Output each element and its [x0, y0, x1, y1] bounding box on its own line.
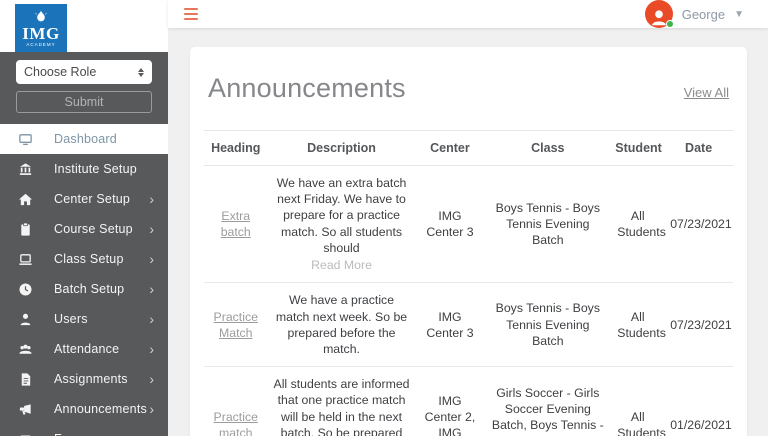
sidebar-item-attendance[interactable]: Attendance ›: [0, 334, 168, 364]
announcement-class: Boys Tennis - Boys Tennis Evening Batch: [484, 166, 611, 283]
announcement-date: 07/23/2021: [664, 283, 733, 367]
app-window: IMG ACADEMY Choose Role Submit Dashboard…: [0, 0, 768, 436]
announcement-heading-link[interactable]: Extra batch: [221, 209, 251, 239]
chevron-right-icon: ›: [149, 192, 154, 206]
column-header-date: Date: [664, 131, 733, 166]
role-select[interactable]: Choose Role: [16, 60, 152, 84]
role-select-value: Choose Role: [24, 65, 96, 79]
group-icon: [18, 342, 33, 357]
table-row: Extra batch We have an extra batch next …: [204, 166, 733, 283]
topbar: George ▼: [168, 0, 768, 28]
announcements-card: Announcements View All HeadingDescriptio…: [190, 47, 747, 436]
announcement-class: Girls Soccer - Girls Soccer Evening Batc…: [484, 367, 611, 436]
announcements-table: HeadingDescriptionCenterClassStudentDate…: [204, 130, 733, 436]
role-area: Choose Role Submit: [0, 52, 168, 119]
announcement-description: All students are informed that one pract…: [274, 377, 410, 436]
hamburger-menu-icon[interactable]: [180, 4, 202, 25]
chevron-down-icon: ▼: [734, 9, 744, 20]
chevron-right-icon: ›: [149, 402, 154, 416]
clipboard-icon: [18, 222, 33, 237]
announcement-class: Boys Tennis - Boys Tennis Evening Batch: [484, 283, 611, 367]
chevron-right-icon: ›: [149, 312, 154, 326]
view-all-link[interactable]: View All: [684, 85, 729, 100]
sidebar-item-assignments[interactable]: Assignments ›: [0, 364, 168, 394]
announcement-center: IMG Center 3: [416, 283, 485, 367]
announcement-student: All Students: [611, 283, 664, 367]
table-body: Extra batch We have an extra batch next …: [204, 166, 733, 436]
announcement-center: IMG Center 2, IMG Center 3: [416, 367, 485, 436]
home-icon: [18, 192, 33, 207]
sidebar-item-users[interactable]: Users ›: [0, 304, 168, 334]
select-spinner-icon: [138, 68, 144, 77]
announcement-heading-link[interactable]: Practice match: [214, 410, 258, 436]
announcement-description: We have a practice match next week. So b…: [276, 293, 407, 356]
announcement-heading-link[interactable]: Practice Match: [214, 310, 258, 340]
chevron-right-icon: ›: [149, 342, 154, 356]
img-academy-logo: IMG ACADEMY: [15, 4, 67, 52]
table-row: Practice match All students are informed…: [204, 367, 733, 436]
bank-icon: [18, 162, 33, 177]
clock-icon: [18, 282, 33, 297]
content-area: Announcements View All HeadingDescriptio…: [168, 28, 768, 436]
list-icon: [18, 432, 33, 436]
laptop-icon: [18, 252, 33, 267]
logo-strip: IMG ACADEMY: [0, 0, 168, 52]
sidebar-item-dashboard[interactable]: Dashboard ›: [0, 124, 168, 154]
sidebar-item-center-setup[interactable]: Center Setup ›: [0, 184, 168, 214]
sidebar-menu: Dashboard › Institute Setup › Center Set…: [0, 124, 168, 436]
sidebar-item-class-setup[interactable]: Class Setup ›: [0, 244, 168, 274]
chevron-right-icon: ›: [149, 252, 154, 266]
submit-button[interactable]: Submit: [16, 91, 152, 113]
user-name: George: [682, 7, 725, 22]
sidebar-item-announcements[interactable]: Announcements ›: [0, 394, 168, 424]
logo-sub-text: ACADEMY: [26, 42, 55, 48]
chevron-right-icon: ›: [149, 372, 154, 386]
announcement-student: All Students: [611, 166, 664, 283]
column-header-center: Center: [416, 131, 485, 166]
chevron-right-icon: ›: [149, 222, 154, 236]
column-header-class: Class: [484, 131, 611, 166]
chevron-right-icon: ›: [149, 282, 154, 296]
logo-brand-text: IMG: [22, 26, 59, 42]
user-menu[interactable]: George ▼: [645, 0, 744, 28]
page-title: Announcements: [208, 73, 406, 104]
main-area: George ▼ Announcements View All HeadingD…: [168, 0, 768, 436]
document-icon: [18, 372, 33, 387]
column-header-student: Student: [611, 131, 664, 166]
announcement-date: 01/26/2021: [664, 367, 733, 436]
table-row: Practice Match We have a practice match …: [204, 283, 733, 367]
monitor-icon: [18, 132, 33, 147]
sidebar-item-fees[interactable]: Fees ›: [0, 424, 168, 436]
sidebar: IMG ACADEMY Choose Role Submit Dashboard…: [0, 0, 168, 436]
user-icon: [18, 312, 33, 327]
sidebar-item-batch-setup[interactable]: Batch Setup ›: [0, 274, 168, 304]
column-header-description: Description: [267, 131, 415, 166]
sidebar-item-institute-setup[interactable]: Institute Setup ›: [0, 154, 168, 184]
sidebar-item-course-setup[interactable]: Course Setup ›: [0, 214, 168, 244]
column-header-heading: Heading: [204, 131, 267, 166]
megaphone-icon: [18, 402, 33, 417]
announcement-center: IMG Center 3: [416, 166, 485, 283]
announcement-student: All Students: [611, 367, 664, 436]
chevron-right-icon: ›: [149, 432, 154, 436]
online-status-dot: [666, 20, 674, 28]
read-more-link[interactable]: Read More: [273, 257, 409, 273]
announcement-date: 07/23/2021: [664, 166, 733, 283]
announcement-description: We have an extra batch next Friday. We h…: [277, 176, 407, 255]
table-header-row: HeadingDescriptionCenterClassStudentDate: [204, 131, 733, 166]
avatar: [645, 0, 673, 28]
